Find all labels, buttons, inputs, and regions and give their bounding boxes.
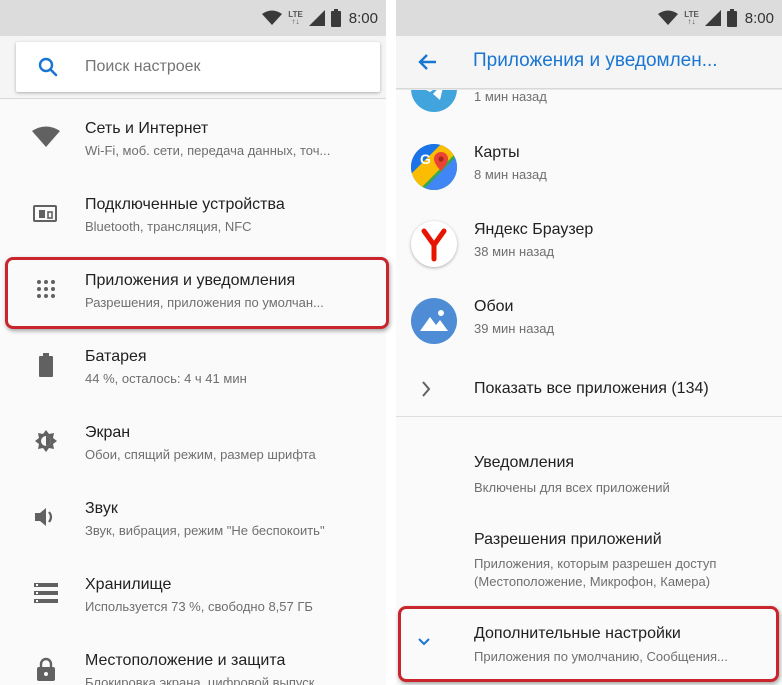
wifi-signal-icon xyxy=(262,10,283,25)
devices-icon xyxy=(33,205,57,222)
app-last-used: 8 мин назад xyxy=(474,167,547,182)
back-arrow-icon[interactable] xyxy=(416,50,440,74)
battery-status-icon xyxy=(726,9,737,27)
notifications-subtitle: Включены для всех приложений xyxy=(474,480,670,495)
settings-item-subtitle: Обои, спящий режим, размер шрифта xyxy=(85,447,316,462)
app-name: Яндекс Браузер xyxy=(474,221,594,238)
settings-item-title: Сеть и Интернет xyxy=(85,120,209,137)
apps-list: 1 мин назад G Карты 8 мин назад Яндекс Б… xyxy=(396,90,782,685)
show-all-apps-label: Показать все приложения (134) xyxy=(474,380,709,397)
settings-item-subtitle: 44 %, осталось: 4 ч 41 мин xyxy=(85,371,247,386)
chevron-right-icon xyxy=(422,381,431,397)
app-last-used: 38 мин назад xyxy=(474,244,555,259)
app-permissions-subtitle: Приложения, которым разрешен доступ xyxy=(474,556,717,571)
app-permissions-setting[interactable]: Разрешения приложений Приложения, которы… xyxy=(396,520,782,600)
settings-item-subtitle: Используется 73 %, свободно 8,57 ГБ xyxy=(85,599,313,614)
status-time: 8:00 xyxy=(348,9,378,27)
app-item-yandex-browser[interactable]: Яндекс Браузер 38 мин назад xyxy=(396,211,782,287)
app-permissions-subtitle: (Местоположение, Микрофон, Камера) xyxy=(474,574,711,589)
telegram-icon xyxy=(411,90,457,112)
status-bar: LTE ↑↓ 8:00 xyxy=(0,0,386,36)
app-permissions-title: Разрешения приложений xyxy=(474,531,662,548)
divider xyxy=(396,416,782,417)
app-last-used: 39 мин назад xyxy=(474,321,555,336)
cell-signal-icon xyxy=(308,10,325,26)
settings-item-subtitle: Блокировка экрана, цифровой выпуск... xyxy=(85,675,326,685)
lte-indicator: LTE ↑↓ xyxy=(288,10,303,26)
settings-item-storage[interactable]: Хранилище Используется 73 %, свободно 8,… xyxy=(0,555,386,631)
cell-signal-icon xyxy=(704,10,721,26)
svg-text:G: G xyxy=(420,151,431,167)
app-last-used: 1 мин назад xyxy=(474,90,547,104)
lock-icon xyxy=(37,657,55,681)
search-bar[interactable]: Поиск настроек xyxy=(16,42,380,92)
brightness-icon xyxy=(35,430,57,452)
wifi-icon xyxy=(32,126,60,147)
lte-indicator: LTE ↑↓ xyxy=(684,10,699,26)
settings-item-devices[interactable]: Подключенные устройства Bluetooth, транс… xyxy=(0,175,386,251)
settings-item-network[interactable]: Сеть и Интернет Wi-Fi, моб. сети, переда… xyxy=(0,99,386,175)
settings-item-subtitle: Bluetooth, трансляция, NFC xyxy=(85,219,252,234)
app-item-maps[interactable]: G Карты 8 мин назад xyxy=(396,134,782,210)
apps-notifications-screen: LTE ↑↓ 8:00 Приложения и уведомлен... 1 м… xyxy=(396,0,782,685)
battery-status-icon xyxy=(330,9,341,27)
search-input[interactable]: Поиск настроек xyxy=(85,58,201,76)
settings-screen: LTE ↑↓ 8:00 Поиск настроек Сеть и Интерне… xyxy=(0,0,386,685)
maps-icon: G xyxy=(411,144,457,190)
app-name: Карты xyxy=(474,144,520,161)
settings-item-subtitle: Wi-Fi, моб. сети, передача данных, точ..… xyxy=(85,143,331,158)
highlight-frame xyxy=(398,606,779,682)
settings-item-title: Местоположение и защита xyxy=(85,652,286,669)
settings-item-battery[interactable]: Батарея 44 %, осталось: 4 ч 41 мин xyxy=(0,327,386,403)
settings-item-title: Звук xyxy=(85,500,118,517)
settings-item-title: Подключенные устройства xyxy=(85,196,285,213)
wallpapers-icon xyxy=(411,298,457,344)
settings-item-security[interactable]: Местоположение и защита Блокировка экран… xyxy=(0,631,386,685)
yandex-browser-icon xyxy=(411,221,457,267)
wifi-signal-icon xyxy=(658,10,679,25)
app-name: Обои xyxy=(474,298,514,315)
page-title: Приложения и уведомлен... xyxy=(473,50,718,71)
settings-item-title: Экран xyxy=(85,424,131,441)
show-all-apps[interactable]: Показать все приложения (134) xyxy=(396,366,782,414)
notifications-title: Уведомления xyxy=(474,454,575,471)
settings-item-subtitle: Звук, вибрация, режим "Не беспокоить" xyxy=(85,523,325,538)
settings-list: Сеть и Интернет Wi-Fi, моб. сети, переда… xyxy=(0,99,386,685)
battery-icon xyxy=(39,353,53,377)
storage-icon xyxy=(34,583,58,603)
notifications-setting[interactable]: Уведомления Включены для всех приложений xyxy=(396,444,782,502)
search-icon xyxy=(38,57,58,77)
app-item-wallpapers[interactable]: Обои 39 мин назад xyxy=(396,288,782,364)
settings-item-display[interactable]: Экран Обои, спящий режим, размер шрифта xyxy=(0,403,386,479)
app-item-telegram[interactable]: 1 мин назад xyxy=(396,90,782,132)
settings-item-title: Хранилище xyxy=(85,576,172,593)
highlight-frame xyxy=(5,257,389,329)
settings-item-title: Батарея xyxy=(85,348,147,365)
settings-item-sound[interactable]: Звук Звук, вибрация, режим "Не беспокоит… xyxy=(0,479,386,555)
volume-icon xyxy=(35,508,53,526)
app-bar: Приложения и уведомлен... xyxy=(396,36,782,88)
status-time: 8:00 xyxy=(744,9,774,27)
status-bar: LTE ↑↓ 8:00 xyxy=(396,0,782,36)
